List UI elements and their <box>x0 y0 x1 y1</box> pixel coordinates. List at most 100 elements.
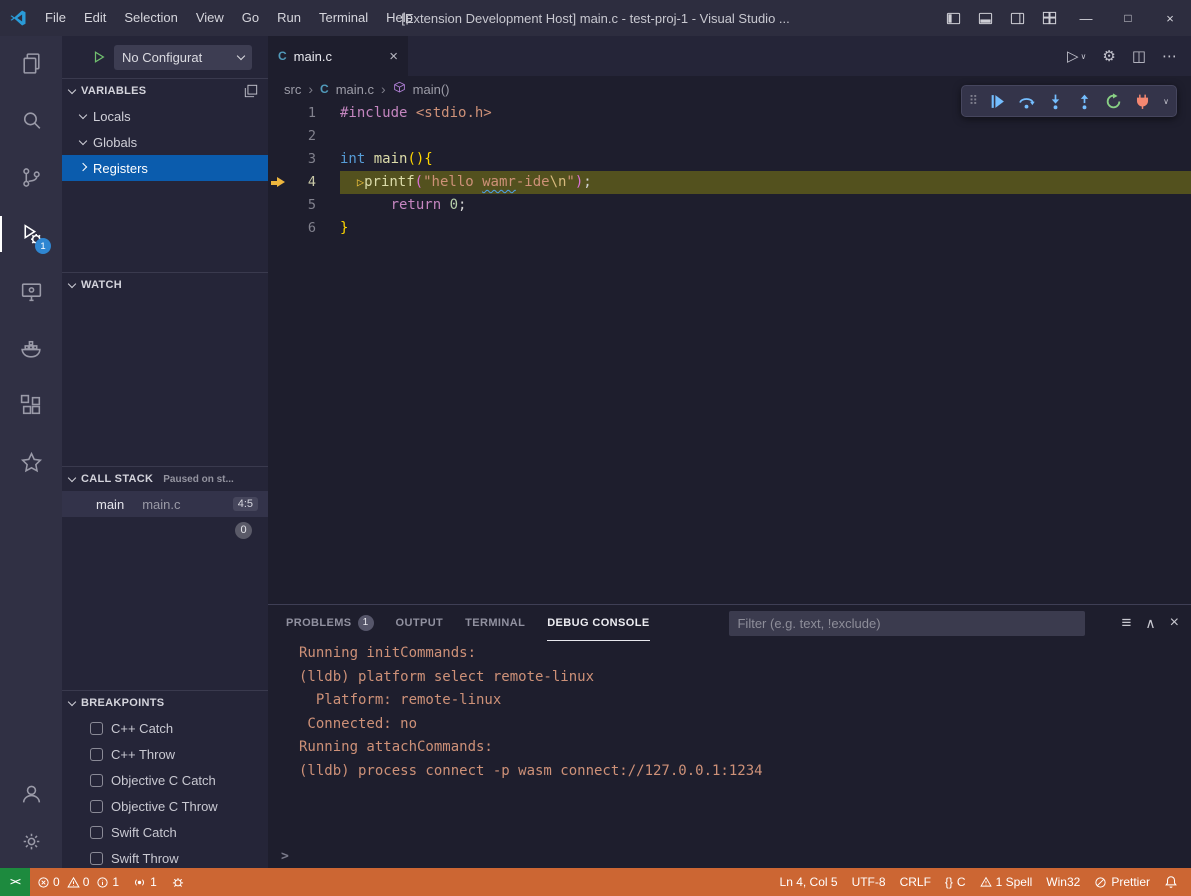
activity-favorites[interactable] <box>0 447 62 477</box>
close-panel-icon[interactable]: × <box>1170 614 1179 632</box>
start-debugging-icon[interactable] <box>92 50 106 64</box>
split-editor-icon[interactable]: ◫ <box>1132 47 1146 65</box>
console-prompt-icon[interactable]: > <box>281 849 289 864</box>
eol-indicator[interactable]: CRLF <box>893 868 938 896</box>
breakpoint-gutter[interactable] <box>268 194 290 217</box>
customize-layout-icon[interactable] <box>1033 0 1065 36</box>
debug-config-dropdown[interactable]: No Configurat <box>114 45 252 70</box>
chevron-down-icon[interactable]: ∨ <box>1163 97 1169 106</box>
breakpoints-section-header[interactable]: BREAKPOINTS <box>62 691 268 715</box>
formatter-indicator[interactable]: Prettier <box>1087 868 1157 896</box>
breakpoint-item[interactable]: C++ Catch <box>62 715 268 741</box>
step-into-button[interactable] <box>1045 91 1065 111</box>
breadcrumb-file[interactable]: main.c <box>336 82 374 97</box>
step-out-button[interactable] <box>1074 91 1094 111</box>
checkbox-unchecked-icon[interactable] <box>90 826 103 839</box>
watch-section-header[interactable]: WATCH <box>62 273 268 297</box>
language-label: C <box>957 875 966 889</box>
breakpoint-gutter[interactable] <box>268 217 290 240</box>
platform-indicator[interactable]: Win32 <box>1039 868 1087 896</box>
breakpoint-gutter[interactable] <box>268 102 290 125</box>
remote-indicator[interactable]: >< <box>0 868 30 896</box>
close-tab-icon[interactable]: × <box>389 48 398 65</box>
debug-status-indicator[interactable] <box>164 868 192 896</box>
callstack-frame[interactable]: main main.c 4:5 <box>62 491 268 517</box>
continue-button[interactable] <box>987 91 1007 111</box>
breakpoint-item[interactable]: Swift Catch <box>62 819 268 845</box>
drag-grip-icon[interactable]: ⠿ <box>969 94 979 109</box>
close-window-button[interactable]: × <box>1149 0 1191 36</box>
toggle-secondary-sidebar-icon[interactable] <box>1001 0 1033 36</box>
problems-indicator[interactable]: 0 0 1 <box>30 868 126 896</box>
activity-source-control[interactable] <box>0 162 62 192</box>
encoding-indicator[interactable]: UTF-8 <box>845 868 893 896</box>
activity-search[interactable] <box>0 105 62 135</box>
panel-tab-debug-console[interactable]: DEBUG CONSOLE <box>547 605 649 641</box>
breakpoint-item[interactable]: Objective C Throw <box>62 793 268 819</box>
checkbox-unchecked-icon[interactable] <box>90 722 103 735</box>
breakpoint-gutter[interactable] <box>268 125 290 148</box>
menu-view[interactable]: View <box>187 0 233 36</box>
breakpoint-gutter[interactable] <box>268 148 290 171</box>
spell-checker-indicator[interactable]: 1 Spell <box>973 868 1040 896</box>
maximize-button[interactable]: □ <box>1107 0 1149 36</box>
code-line[interactable]: 2 <box>268 125 1191 148</box>
breadcrumb-folder[interactable]: src <box>284 82 301 97</box>
step-over-button[interactable] <box>1016 91 1036 111</box>
breakpoint-item[interactable]: C++ Throw <box>62 741 268 767</box>
panel-tab-output[interactable]: OUTPUT <box>396 605 444 641</box>
activity-explorer[interactable] <box>0 48 62 78</box>
section-action-icon[interactable] <box>244 84 258 98</box>
breakpoint-item[interactable]: Objective C Catch <box>62 767 268 793</box>
checkbox-unchecked-icon[interactable] <box>90 774 103 787</box>
activity-docker[interactable] <box>0 333 62 363</box>
code-line[interactable]: 4 printf("hello wamr-ide\n"); <box>268 171 1191 194</box>
breakpoint-gutter[interactable] <box>268 171 290 194</box>
menu-run[interactable]: Run <box>268 0 310 36</box>
gear-icon[interactable]: ⚙ <box>1102 47 1115 65</box>
variables-section-header[interactable]: VARIABLES <box>62 79 268 103</box>
restart-button[interactable] <box>1103 91 1123 111</box>
variables-item-globals[interactable]: Globals <box>62 129 268 155</box>
debug-console-output[interactable]: Running initCommands:(lldb) platform sel… <box>268 641 1191 868</box>
restart-icon <box>1105 93 1122 110</box>
menu-selection[interactable]: Selection <box>115 0 186 36</box>
activity-remote-explorer[interactable] <box>0 276 62 306</box>
code-editor[interactable]: 1#include <stdio.h>23int main(){4 printf… <box>268 102 1191 604</box>
filter-lines-icon[interactable]: ≡ <box>1121 613 1131 633</box>
activity-extensions[interactable] <box>0 390 62 420</box>
settings-button[interactable] <box>0 826 62 856</box>
menu-terminal[interactable]: Terminal <box>310 0 377 36</box>
notifications-button[interactable] <box>1157 868 1185 896</box>
tab-main-c[interactable]: C main.c × <box>268 36 408 76</box>
checkbox-unchecked-icon[interactable] <box>90 748 103 761</box>
menu-file[interactable]: File <box>36 0 75 36</box>
variables-item-locals[interactable]: Locals <box>62 103 268 129</box>
menu-edit[interactable]: Edit <box>75 0 115 36</box>
maximize-panel-icon[interactable]: ∧ <box>1145 615 1155 632</box>
run-menu-button[interactable]: ▷∨ <box>1067 47 1086 65</box>
panel-tab-terminal[interactable]: TERMINAL <box>465 605 525 641</box>
checkbox-unchecked-icon[interactable] <box>90 852 103 865</box>
code-line[interactable]: 3int main(){ <box>268 148 1191 171</box>
breakpoint-item[interactable]: Swift Throw <box>62 845 268 868</box>
activity-run-debug[interactable]: 1 <box>0 219 62 249</box>
disconnect-button[interactable] <box>1132 91 1152 111</box>
more-actions-icon[interactable]: ⋯ <box>1162 47 1177 65</box>
code-line[interactable]: 6} <box>268 217 1191 240</box>
code-line[interactable]: 5 return 0; <box>268 194 1191 217</box>
accounts-button[interactable] <box>0 778 62 808</box>
callstack-section-header[interactable]: CALL STACK Paused on st... <box>62 467 268 491</box>
toggle-panel-icon[interactable] <box>969 0 1001 36</box>
language-indicator[interactable]: {} C <box>938 868 973 896</box>
panel-tab-problems[interactable]: PROBLEMS1 <box>286 605 374 641</box>
ports-indicator[interactable]: 1 <box>126 868 164 896</box>
menu-go[interactable]: Go <box>233 0 268 36</box>
checkbox-unchecked-icon[interactable] <box>90 800 103 813</box>
variables-item-registers[interactable]: Registers <box>62 155 268 181</box>
console-filter-input[interactable] <box>729 611 1085 636</box>
cursor-position[interactable]: Ln 4, Col 5 <box>773 868 845 896</box>
breadcrumb-symbol[interactable]: main() <box>413 82 450 97</box>
toggle-sidebar-icon[interactable] <box>937 0 969 36</box>
minimize-button[interactable]: — <box>1065 0 1107 36</box>
